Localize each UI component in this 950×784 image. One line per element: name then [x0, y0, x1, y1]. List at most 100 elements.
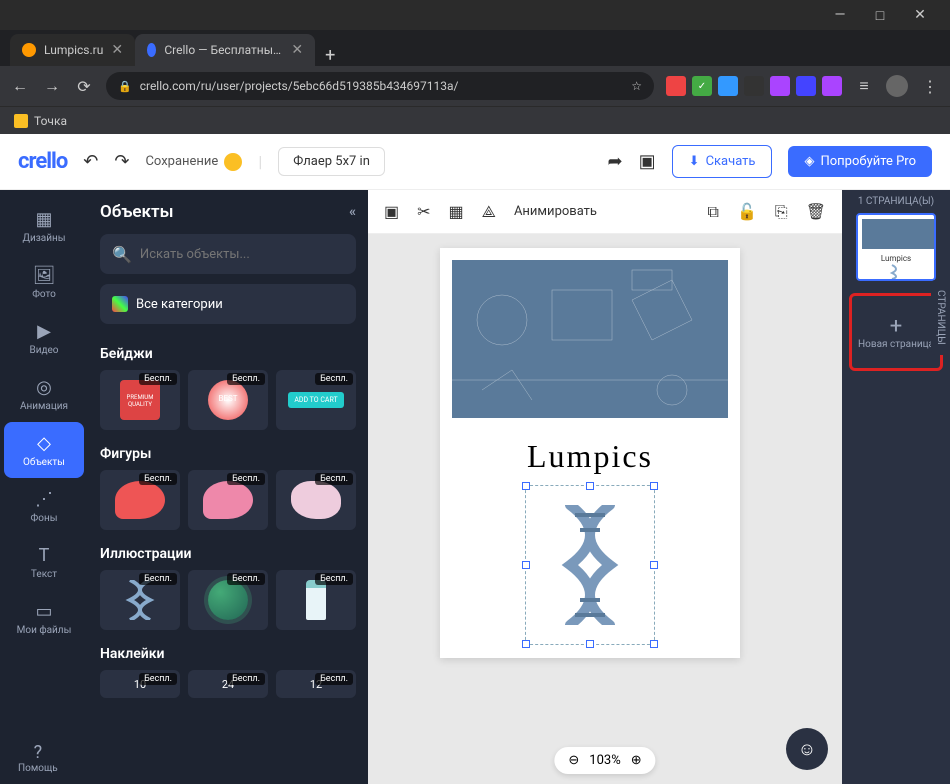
collapse-icon[interactable]: «	[349, 204, 356, 220]
chat-button[interactable]: ☺	[786, 728, 828, 770]
rail-files[interactable]: ▭Мои файлы	[4, 590, 84, 646]
menu-icon[interactable]: ≡	[854, 76, 874, 96]
resize-handle[interactable]	[586, 482, 594, 490]
crello-logo[interactable]: crello	[18, 149, 67, 174]
save-status: Сохранение	[145, 153, 242, 171]
url-field[interactable]: 🔒 crello.com/ru/user/projects/5ebc66d519…	[106, 72, 654, 100]
resize-handle[interactable]	[522, 561, 530, 569]
download-button[interactable]: ⬇ Скачать	[672, 145, 773, 178]
badge-thumb[interactable]: Беспл.ADD TO CART	[276, 370, 356, 430]
ext-icon[interactable]	[666, 76, 686, 96]
new-tab-button[interactable]: +	[315, 45, 345, 66]
new-page-button[interactable]: + Новая страница	[849, 293, 943, 371]
resize-handle[interactable]	[522, 482, 530, 490]
try-pro-button[interactable]: ◈ Попробуйте Pro	[788, 146, 932, 177]
sticker-thumb[interactable]: 24Беспл.	[188, 670, 268, 698]
pages-panel: 1 СТРАНИЦА(Ы) Lumpics + Новая страница С…	[842, 190, 950, 784]
star-icon[interactable]: ☆	[631, 79, 642, 93]
shape-thumb[interactable]: Беспл.	[276, 470, 356, 530]
rail-objects[interactable]: ◇Объекты	[4, 422, 84, 478]
layers-icon[interactable]: ⧉	[708, 202, 719, 222]
folder-icon	[14, 114, 28, 128]
plus-icon: +	[890, 314, 902, 339]
reload-button[interactable]: ⟳	[74, 77, 94, 96]
document-type[interactable]: Флаер 5x7 in	[278, 147, 385, 176]
resize-handle[interactable]	[650, 561, 658, 569]
bookmark-item[interactable]: Точка	[34, 114, 67, 128]
badge-thumb[interactable]: Беспл.BEST	[188, 370, 268, 430]
shape-thumb[interactable]: Беспл.	[188, 470, 268, 530]
panel-title: Объекты«	[100, 202, 356, 222]
design-canvas[interactable]: Lumpics	[440, 248, 740, 658]
share-icon[interactable]: ➦	[608, 151, 623, 172]
section-illustrations[interactable]: Иллюстрации	[100, 546, 356, 562]
search-input[interactable]: 🔍	[100, 234, 356, 274]
resize-handle[interactable]	[586, 640, 594, 648]
rail-photos[interactable]: 🖼Фото	[4, 254, 84, 310]
window-maximize[interactable]: □	[860, 7, 900, 24]
pages-tab[interactable]: СТРАНИЦЫ	[931, 280, 950, 355]
profile-avatar[interactable]	[886, 75, 908, 97]
resize-handle[interactable]	[650, 640, 658, 648]
close-icon[interactable]: ✕	[291, 42, 303, 58]
grid-icon: ▦	[35, 209, 52, 230]
sticker-thumb[interactable]: 12Беспл.	[276, 670, 356, 698]
section-shapes[interactable]: Фигуры	[100, 446, 356, 462]
ext-icon[interactable]: ✓	[692, 76, 712, 96]
crop-icon[interactable]: ✂	[417, 202, 430, 221]
category-select[interactable]: Все категории	[100, 284, 356, 324]
copy-icon[interactable]: ⎘	[775, 202, 788, 222]
rail-video[interactable]: ▶Видео	[4, 310, 84, 366]
illust-thumb[interactable]: Беспл.	[188, 570, 268, 630]
close-icon[interactable]: ✕	[111, 42, 123, 58]
zoom-in-button[interactable]: ⊕	[631, 753, 642, 768]
browser-tab-lumpics[interactable]: Lumpics.ru ✕	[10, 34, 135, 66]
transparency-icon[interactable]: ▦	[449, 202, 464, 221]
present-icon[interactable]: ▣	[639, 151, 656, 172]
browser-tab-crello[interactable]: Crello — Бесплатный инструмен ✕	[135, 34, 315, 66]
redo-button[interactable]: ↷	[114, 151, 129, 172]
kebab-icon[interactable]: ⋮	[920, 77, 940, 96]
animate-button[interactable]: Анимировать	[514, 204, 597, 219]
ext-icon[interactable]	[744, 76, 764, 96]
blueprint-image[interactable]	[452, 260, 728, 418]
illust-thumb[interactable]: Беспл.	[100, 570, 180, 630]
address-bar: ← → ⟳ 🔒 crello.com/ru/user/projects/5ebc…	[0, 66, 950, 106]
ext-icon[interactable]	[796, 76, 816, 96]
rail-animation[interactable]: ◎Анимация	[4, 366, 84, 422]
shape-thumb[interactable]: Беспл.	[100, 470, 180, 530]
rail-text[interactable]: TТекст	[4, 534, 84, 590]
undo-button[interactable]: ↶	[83, 151, 98, 172]
section-badges[interactable]: Бейджи	[100, 346, 356, 362]
page-thumbnail[interactable]: Lumpics	[856, 213, 936, 281]
rail-backgrounds[interactable]: ⋰Фоны	[4, 478, 84, 534]
badge-thumb[interactable]: Беспл.PREMIUM QUALITY	[100, 370, 180, 430]
pages-count: 1 СТРАНИЦА(Ы)	[858, 196, 934, 207]
add-image-icon[interactable]: ▣	[384, 202, 399, 221]
zoom-level[interactable]: 103%	[589, 753, 620, 768]
resize-handle[interactable]	[650, 482, 658, 490]
window-close[interactable]: ✕	[900, 7, 940, 23]
browser-tabs: Lumpics.ru ✕ Crello — Бесплатный инструм…	[0, 30, 950, 66]
ext-icon[interactable]	[770, 76, 790, 96]
sticker-thumb[interactable]: 10Беспл.	[100, 670, 180, 698]
delete-icon[interactable]: 🗑	[806, 202, 826, 221]
canvas-text[interactable]: Lumpics	[527, 438, 653, 475]
rail-designs[interactable]: ▦Дизайны	[4, 198, 84, 254]
rail-help[interactable]: ?Помощь	[18, 742, 58, 774]
lock-icon[interactable]: 🔓	[737, 202, 757, 221]
forward-button[interactable]: →	[42, 76, 62, 96]
back-button[interactable]: ←	[10, 76, 30, 96]
resize-handle[interactable]	[522, 640, 530, 648]
section-stickers[interactable]: Наклейки	[100, 646, 356, 662]
download-icon: ⬇	[689, 154, 700, 169]
window-titlebar: — □ ✕	[0, 0, 950, 30]
window-minimize[interactable]: —	[820, 7, 860, 23]
illust-thumb[interactable]: Беспл.	[276, 570, 356, 630]
zoom-out-button[interactable]: ⊖	[568, 753, 579, 768]
selected-element[interactable]	[525, 485, 655, 645]
text-icon: T	[39, 545, 50, 566]
flip-icon[interactable]: ⟁	[482, 202, 496, 222]
ext-icon[interactable]	[718, 76, 738, 96]
ext-icon[interactable]	[822, 76, 842, 96]
